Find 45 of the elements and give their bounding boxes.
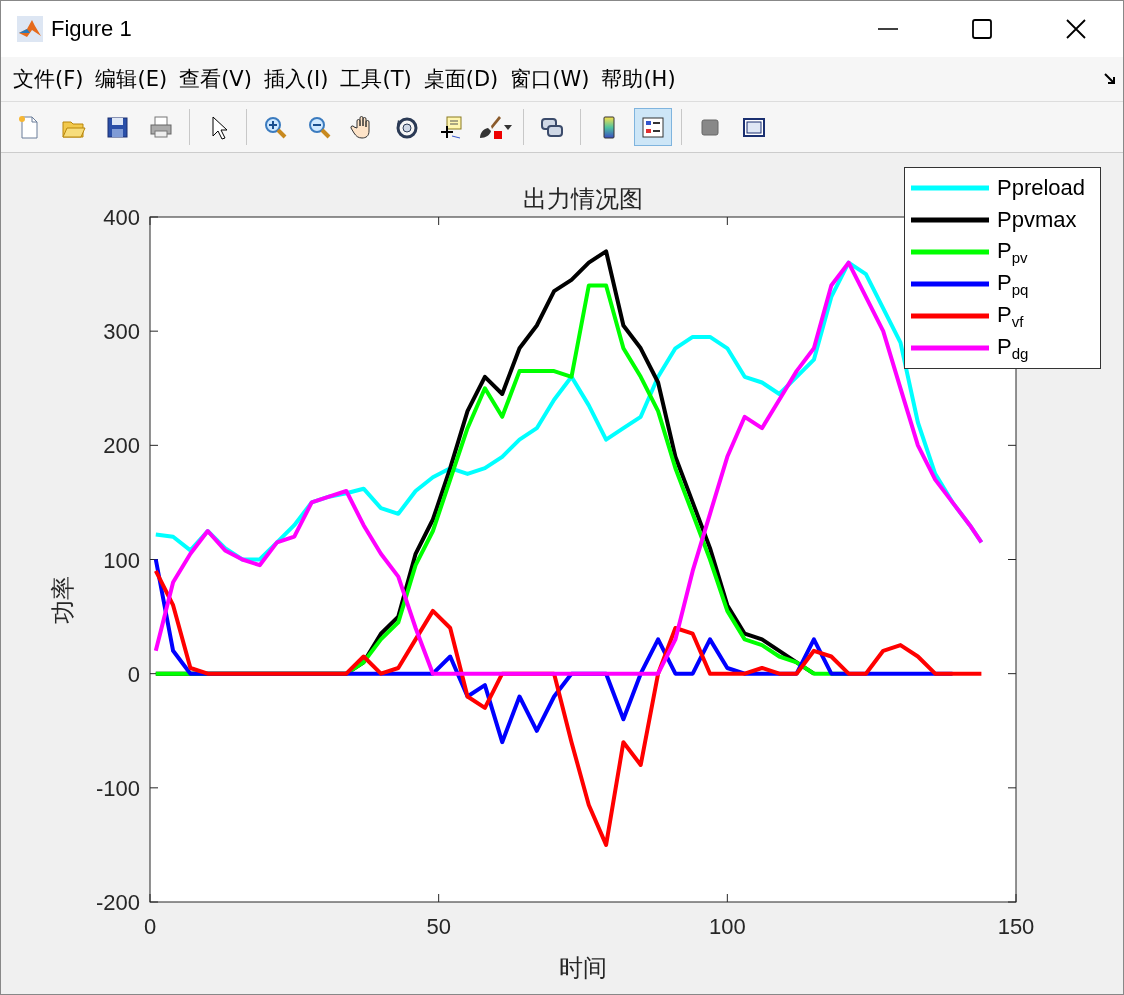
data-cursor-icon — [438, 114, 464, 140]
app-logo-icon — [17, 16, 43, 42]
legend-line-icon — [911, 184, 989, 192]
y-tick-label: 100 — [103, 547, 140, 573]
chart-title: 出力情况图 — [523, 185, 643, 213]
printer-icon — [148, 114, 174, 140]
y-tick-label: 200 — [103, 433, 140, 459]
legend-line-icon — [911, 248, 989, 256]
menu-item[interactable]: 工具(T) — [334, 65, 418, 93]
legend-label: Ppvmax — [997, 207, 1077, 233]
legend-line-icon — [911, 216, 989, 224]
y-tick-label: 400 — [103, 205, 140, 230]
x-tick-label: 0 — [143, 914, 157, 939]
toolbar-button[interactable] — [634, 108, 672, 146]
x-axis-label: 时间 — [559, 954, 607, 982]
zoom-in-icon — [262, 114, 288, 140]
menu-item[interactable]: 窗口(W) — [504, 65, 596, 93]
legend-label: P$_{vf}$ — [997, 301, 1024, 331]
legend-label: P$_{dg}$ — [997, 333, 1029, 363]
menu-item[interactable]: 桌面(D) — [417, 65, 505, 93]
menu-item[interactable]: 文件(F) — [7, 65, 90, 93]
y-tick-label: -100 — [95, 775, 140, 801]
legend-label: Ppreload — [997, 175, 1086, 201]
menu-item[interactable]: 插入(I) — [257, 65, 335, 93]
y-tick-label: 0 — [127, 661, 140, 687]
x-tick-label: 50 — [426, 914, 451, 939]
x-tick-label: 100 — [708, 914, 746, 939]
legend-line-icon — [911, 344, 989, 352]
dropdown-caret-icon[interactable] — [503, 122, 513, 132]
legend-label: P$_{pq}$ — [997, 269, 1029, 299]
menu-item[interactable]: 编辑(E) — [89, 65, 174, 93]
dock-arrow-icon[interactable] — [1103, 72, 1117, 86]
legend-icon — [640, 114, 666, 140]
x-tick-label: 150 — [997, 914, 1035, 939]
window-title: Figure 1 — [51, 16, 132, 42]
zoom-out-icon — [306, 114, 332, 140]
y-tick-label: 300 — [103, 319, 140, 345]
legend-line-icon — [911, 312, 989, 320]
menu-item[interactable]: 查看(V) — [173, 65, 258, 93]
legend-label: P$_{pv}$ — [997, 237, 1028, 267]
brush-icon — [477, 114, 503, 140]
y-tick-label: -200 — [95, 890, 140, 915]
menu-item[interactable]: 帮助(H) — [595, 65, 682, 93]
y-axis-label: 功率 — [49, 575, 77, 624]
legend-line-icon — [911, 280, 989, 288]
